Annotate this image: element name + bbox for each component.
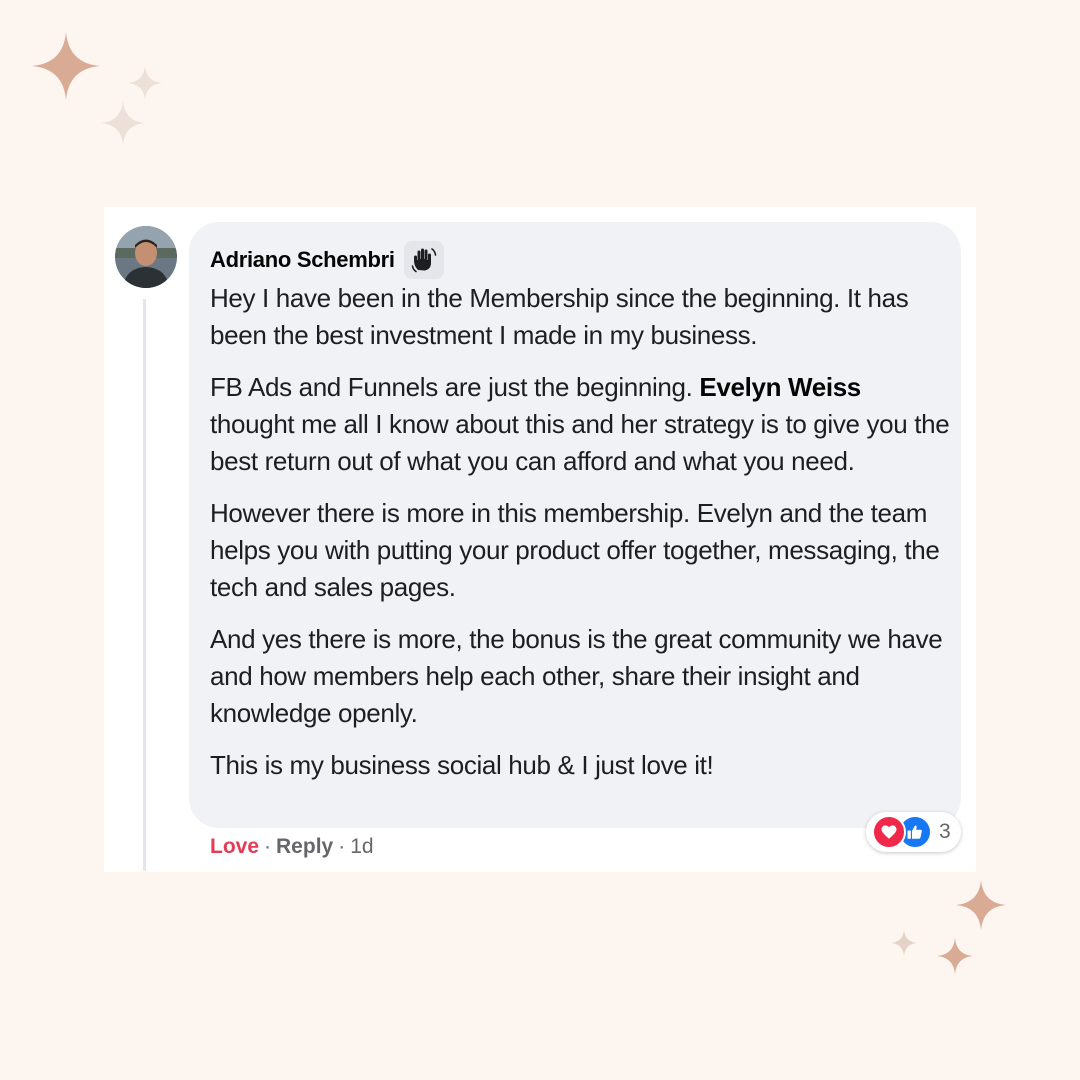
reply-button[interactable]: Reply <box>276 835 333 859</box>
sparkle-small-top-left <box>128 66 162 100</box>
reactions-summary[interactable]: 3 <box>866 812 961 852</box>
author-row: Adriano Schembri <box>210 240 444 280</box>
user-avatar[interactable] <box>115 226 177 288</box>
paragraph-text: thought me all I know about this and her… <box>210 409 950 476</box>
comment-paragraph: And yes there is more, the bonus is the … <box>210 624 943 728</box>
love-reaction-icon <box>872 815 906 849</box>
love-button[interactable]: Love <box>210 835 259 859</box>
user-avatar-photo <box>115 226 177 288</box>
comment-paragraph: Hey I have been in the Membership since … <box>210 283 909 350</box>
sparkle-large-bottom-right <box>956 880 1006 930</box>
reaction-count: 3 <box>939 820 951 843</box>
mention-link[interactable]: Evelyn Weiss <box>699 372 861 402</box>
comment-text: Hey I have been in the Membership since … <box>210 280 950 799</box>
separator: · <box>264 835 272 858</box>
comment-paragraph: FB Ads and Funnels are just the beginnin… <box>210 369 950 480</box>
timestamp[interactable]: 1d <box>350 835 373 859</box>
sparkle-large-top-left <box>32 32 100 100</box>
comment-actions: Love · Reply · 1d <box>210 835 374 859</box>
sparkle-medium-top-left <box>101 101 145 145</box>
sparkle-small-bottom-right <box>891 930 917 956</box>
paragraph-text: FB Ads and Funnels are just the beginnin… <box>210 372 700 402</box>
comment-bubble: Adriano Schembri Hey I have been in the … <box>189 222 961 828</box>
sparkle-medium-bottom-right <box>937 938 973 974</box>
thread-connector-line <box>143 299 146 871</box>
author-name[interactable]: Adriano Schembri <box>210 247 395 273</box>
comment-card: Adriano Schembri Hey I have been in the … <box>104 207 976 872</box>
comment-paragraph: However there is more in this membership… <box>210 498 940 602</box>
separator: · <box>338 835 346 858</box>
waving-hand-icon[interactable] <box>403 241 444 279</box>
comment-paragraph: This is my business social hub & I just … <box>210 750 714 780</box>
